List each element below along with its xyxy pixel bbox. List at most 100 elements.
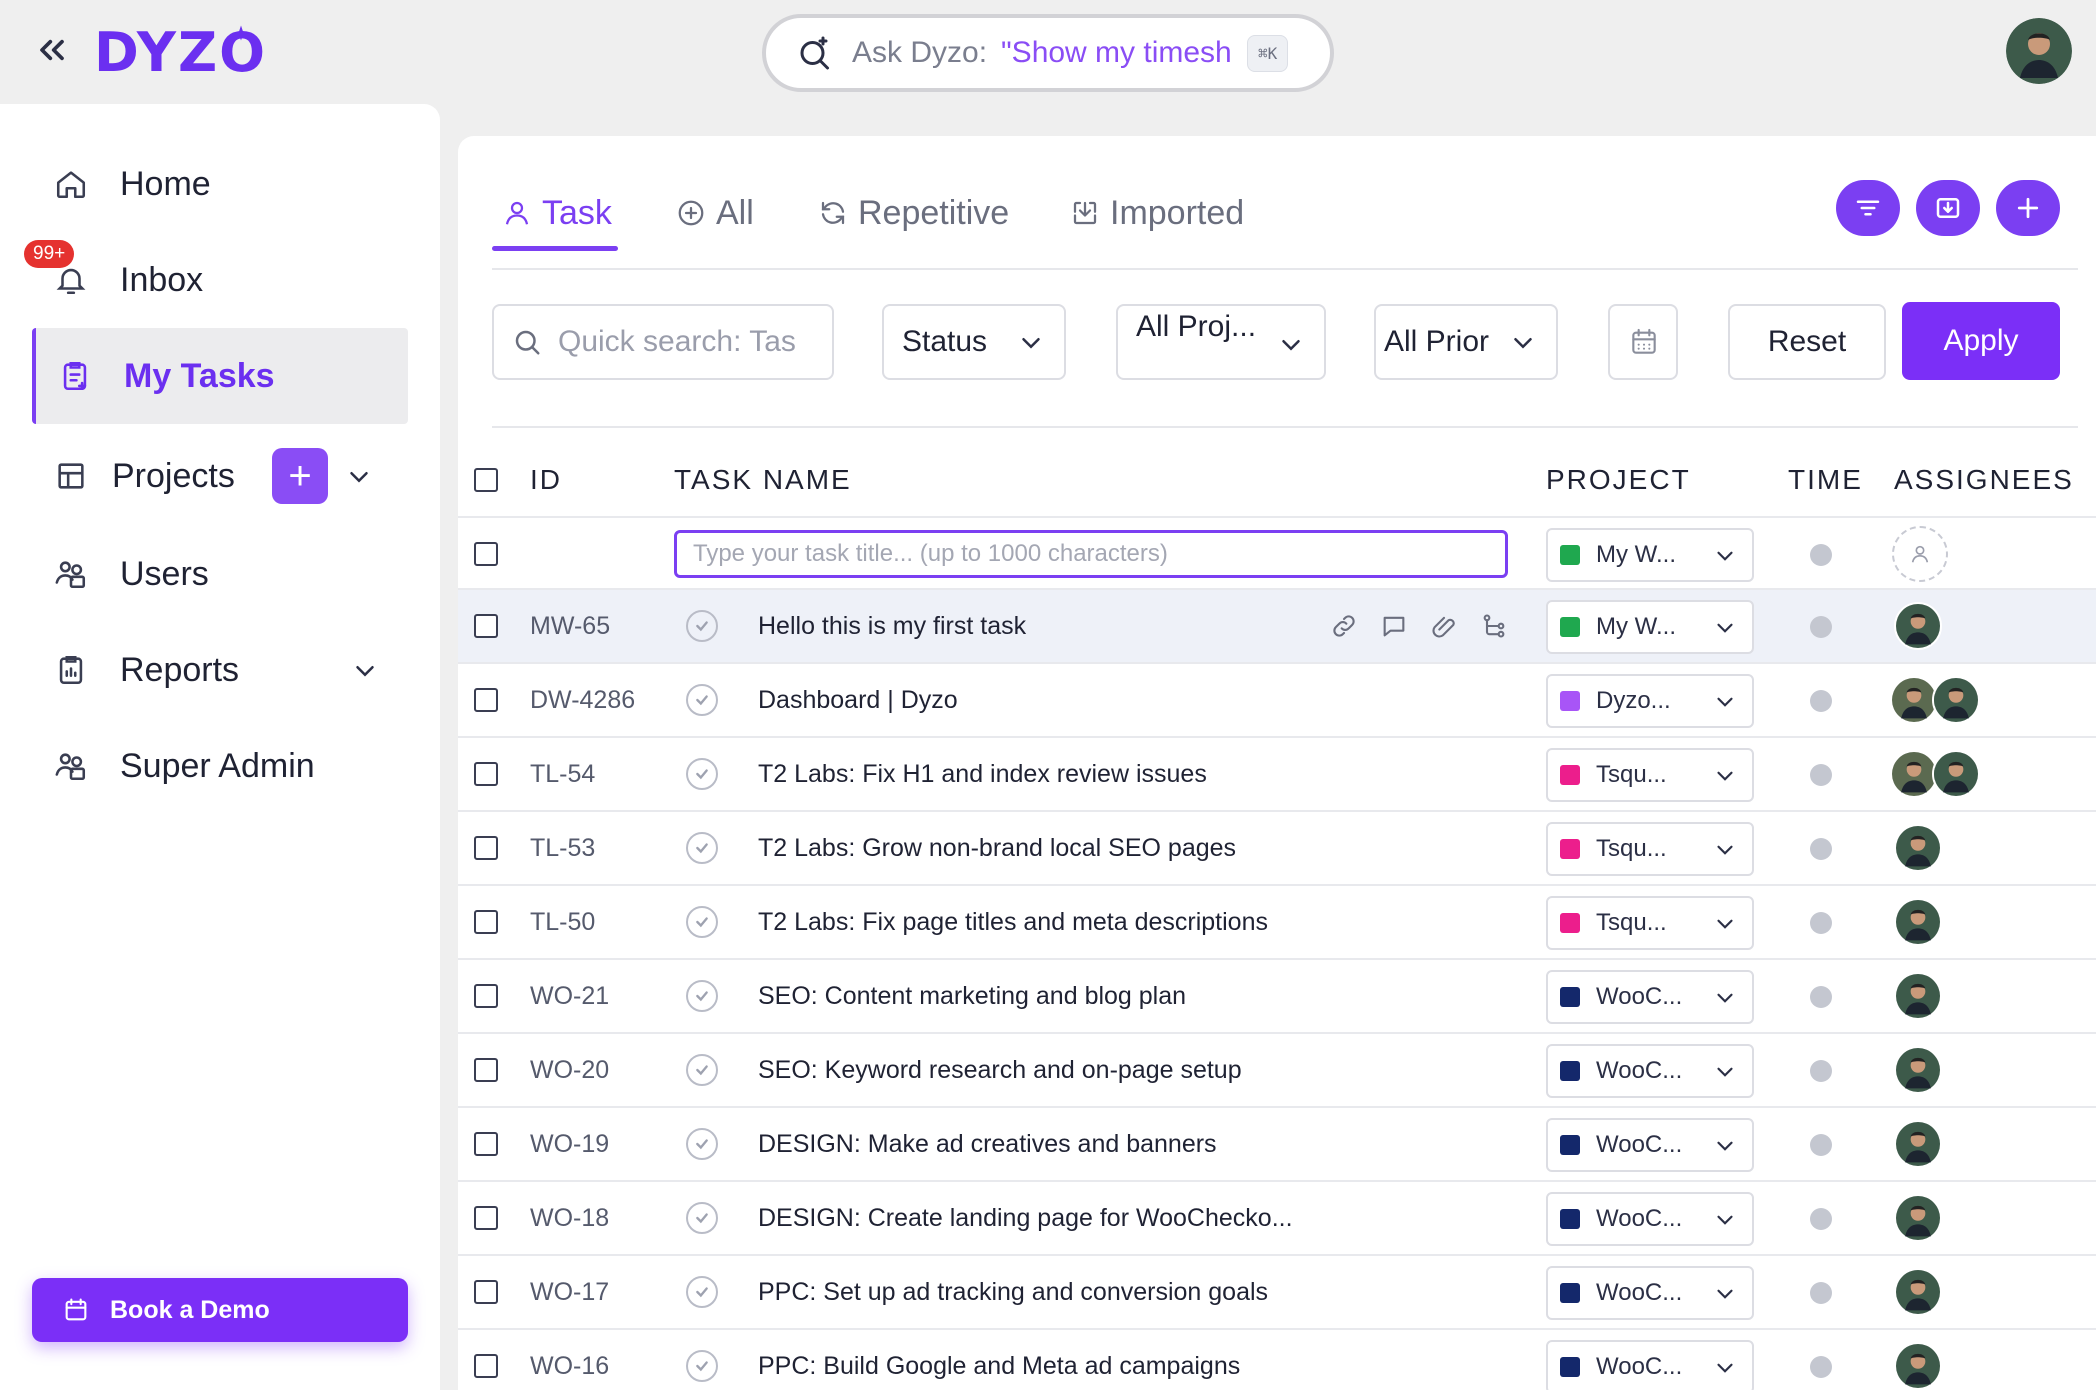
- new-task-title-input[interactable]: Type your task title... (up to 1000 char…: [674, 530, 1508, 578]
- assignee-avatar[interactable]: [1890, 676, 1938, 724]
- sidebar-item-users[interactable]: Users: [32, 526, 408, 622]
- status-select[interactable]: Status: [882, 304, 1066, 380]
- row-checkbox[interactable]: [474, 1206, 498, 1230]
- table-row[interactable]: WO-20 SEO: Keyword research and on-page s…: [458, 1034, 2096, 1108]
- project-select[interactable]: My W...: [1546, 528, 1754, 582]
- task-id[interactable]: TL-54: [530, 760, 595, 789]
- sidebar-item-inbox[interactable]: Inbox: [32, 232, 408, 328]
- task-name[interactable]: PPC: Set up ad tracking and conversion g…: [758, 1278, 1268, 1307]
- row-checkbox[interactable]: [474, 762, 498, 786]
- clock-icon[interactable]: [1810, 1134, 1832, 1156]
- column-header-assignees[interactable]: ASSIGNEES: [1894, 464, 2074, 496]
- row-checkbox[interactable]: [474, 542, 498, 566]
- apply-button[interactable]: Apply: [1902, 302, 2060, 380]
- clock-icon[interactable]: [1810, 986, 1832, 1008]
- table-row[interactable]: TL-53 T2 Labs: Grow non-brand local SEO p…: [458, 812, 2096, 886]
- complete-check-icon[interactable]: [686, 1350, 718, 1382]
- task-name[interactable]: T2 Labs: Fix H1 and index review issues: [758, 760, 1207, 789]
- select-all-checkbox[interactable]: [474, 468, 498, 492]
- task-name[interactable]: T2 Labs: Fix page titles and meta descri…: [758, 908, 1268, 937]
- chevron-down-icon[interactable]: [350, 656, 380, 686]
- row-checkbox[interactable]: [474, 614, 498, 638]
- assignee-avatar[interactable]: [1894, 1194, 1942, 1242]
- clock-icon[interactable]: [1810, 1356, 1832, 1378]
- task-id[interactable]: WO-19: [530, 1130, 609, 1159]
- project-select[interactable]: Dyzo...: [1546, 674, 1754, 728]
- sidebar-item-projects[interactable]: Projects: [32, 428, 262, 524]
- project-select[interactable]: WooC...: [1546, 1044, 1754, 1098]
- task-id[interactable]: WO-21: [530, 982, 609, 1011]
- project-select[interactable]: WooC...: [1546, 1192, 1754, 1246]
- quick-search-input[interactable]: Quick search: Tas: [492, 304, 834, 380]
- clock-icon[interactable]: [1810, 616, 1832, 638]
- task-name[interactable]: SEO: Keyword research and on-page setup: [758, 1056, 1242, 1085]
- add-project-button[interactable]: +: [272, 448, 328, 504]
- assignee-avatar[interactable]: [1890, 750, 1938, 798]
- collapse-sidebar-icon[interactable]: [32, 30, 72, 70]
- task-id[interactable]: WO-18: [530, 1204, 609, 1233]
- assignee-avatar[interactable]: [1894, 1046, 1942, 1094]
- task-id[interactable]: TL-53: [530, 834, 595, 863]
- assignee-avatar[interactable]: [1894, 1120, 1942, 1168]
- ask-dyzo-search[interactable]: Ask Dyzo: "Show my timesh ⌘K: [762, 14, 1334, 92]
- table-row[interactable]: WO-17 PPC: Set up ad tracking and convers…: [458, 1256, 2096, 1330]
- task-id[interactable]: DW-4286: [530, 686, 635, 715]
- row-checkbox[interactable]: [474, 984, 498, 1008]
- clock-icon[interactable]: [1810, 838, 1832, 860]
- assign-user-button[interactable]: [1892, 526, 1948, 582]
- row-checkbox[interactable]: [474, 910, 498, 934]
- column-header-time[interactable]: TIME: [1788, 464, 1863, 496]
- task-id[interactable]: WO-16: [530, 1352, 609, 1381]
- user-avatar[interactable]: [2006, 18, 2072, 84]
- task-name[interactable]: T2 Labs: Grow non-brand local SEO pages: [758, 834, 1236, 863]
- complete-check-icon[interactable]: [686, 1128, 718, 1160]
- complete-check-icon[interactable]: [686, 610, 718, 642]
- task-name[interactable]: SEO: Content marketing and blog plan: [758, 982, 1186, 1011]
- row-checkbox[interactable]: [474, 1058, 498, 1082]
- add-task-button[interactable]: [1996, 180, 2060, 236]
- tab-imported[interactable]: Imported: [1070, 186, 1244, 240]
- row-checkbox[interactable]: [474, 1132, 498, 1156]
- sidebar-item-reports[interactable]: Reports: [32, 622, 332, 718]
- project-select[interactable]: My W...: [1546, 600, 1754, 654]
- complete-check-icon[interactable]: [686, 980, 718, 1012]
- clock-icon[interactable]: [1810, 1282, 1832, 1304]
- sidebar-item-my-tasks[interactable]: My Tasks: [32, 328, 408, 424]
- assignee-avatar[interactable]: [1894, 1342, 1942, 1390]
- project-select[interactable]: Tsqu...: [1546, 748, 1754, 802]
- column-header-task-name[interactable]: TASK NAME: [674, 464, 852, 496]
- date-picker-button[interactable]: [1608, 304, 1678, 380]
- row-checkbox[interactable]: [474, 1280, 498, 1304]
- task-name[interactable]: DESIGN: Make ad creatives and banners: [758, 1130, 1217, 1159]
- complete-check-icon[interactable]: [686, 684, 718, 716]
- project-select[interactable]: WooC...: [1546, 1118, 1754, 1172]
- row-checkbox[interactable]: [474, 1354, 498, 1378]
- assignee-avatar[interactable]: [1894, 898, 1942, 946]
- tab-task[interactable]: Task: [502, 186, 612, 240]
- table-row[interactable]: DW-4286 Dashboard | Dyzo Dyzo...: [458, 664, 2096, 738]
- table-row[interactable]: TL-50 T2 Labs: Fix page titles and meta d…: [458, 886, 2096, 960]
- task-id[interactable]: WO-17: [530, 1278, 609, 1307]
- link-icon[interactable]: [1330, 612, 1358, 640]
- task-name[interactable]: DESIGN: Create landing page for WooCheck…: [758, 1204, 1293, 1233]
- import-button[interactable]: [1916, 180, 1980, 236]
- tab-all[interactable]: All: [676, 186, 754, 240]
- clock-icon[interactable]: [1810, 1060, 1832, 1082]
- task-id[interactable]: TL-50: [530, 908, 595, 937]
- reset-button[interactable]: Reset: [1728, 304, 1886, 380]
- task-name[interactable]: Hello this is my first task: [758, 612, 1026, 641]
- column-header-project[interactable]: PROJECT: [1546, 464, 1691, 496]
- project-select[interactable]: WooC...: [1546, 1340, 1754, 1390]
- project-select[interactable]: All Proj...: [1116, 304, 1326, 380]
- complete-check-icon[interactable]: [686, 1054, 718, 1086]
- clock-icon[interactable]: [1810, 912, 1832, 934]
- project-select[interactable]: WooC...: [1546, 1266, 1754, 1320]
- task-id[interactable]: WO-20: [530, 1056, 609, 1085]
- complete-check-icon[interactable]: [686, 832, 718, 864]
- chevron-down-icon[interactable]: [344, 462, 374, 492]
- table-row[interactable]: WO-18 DESIGN: Create landing page for Woo…: [458, 1182, 2096, 1256]
- sidebar-item-home[interactable]: Home: [32, 136, 408, 232]
- project-select[interactable]: Tsqu...: [1546, 822, 1754, 876]
- complete-check-icon[interactable]: [686, 906, 718, 938]
- column-header-id[interactable]: ID: [530, 464, 562, 496]
